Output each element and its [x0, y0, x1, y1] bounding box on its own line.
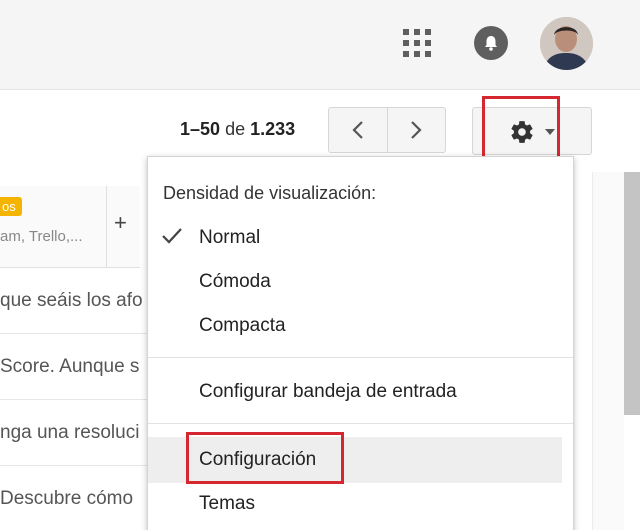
email-row[interactable]: Descubre cómo	[0, 466, 150, 530]
chevron-left-icon	[352, 121, 363, 139]
email-snippet: Score. Aunque s	[0, 356, 140, 377]
next-page-button[interactable]	[388, 108, 446, 152]
user-avatar[interactable]	[540, 17, 593, 70]
configure-inbox-label: Configurar bandeja de entrada	[199, 381, 457, 402]
email-row[interactable]: que seáis los afo	[0, 268, 150, 334]
add-tab-button[interactable]: +	[114, 210, 127, 236]
tab-subtitle: am, Trello,...	[0, 228, 83, 245]
highlight-box-configuracion	[186, 432, 344, 484]
themes-label: Temas	[199, 493, 255, 514]
email-row[interactable]: Score. Aunque s	[0, 334, 150, 400]
menu-divider	[148, 423, 573, 424]
prev-page-button[interactable]	[329, 108, 388, 152]
page-count: 1–50 de 1.233	[180, 119, 295, 140]
apps-grid-icon[interactable]	[403, 29, 431, 57]
side-panel-strip	[592, 172, 624, 530]
density-heading: Densidad de visualización:	[163, 183, 377, 203]
page-total: 1.233	[250, 119, 296, 139]
tab-divider	[106, 186, 107, 268]
page-of: de	[225, 119, 246, 139]
menu-divider	[148, 357, 573, 358]
density-option-compacta[interactable]: Compacta	[148, 305, 573, 345]
bell-icon[interactable]	[474, 26, 508, 60]
density-option-label: Compacta	[199, 315, 286, 336]
email-row[interactable]: nga una resoluci	[0, 400, 150, 466]
density-option-comoda[interactable]: Cómoda	[148, 261, 573, 301]
email-snippet: que seáis los afo	[0, 290, 143, 311]
email-snippet: nga una resoluci	[0, 422, 140, 443]
configure-inbox-item[interactable]: Configurar bandeja de entrada	[148, 371, 573, 411]
themes-item[interactable]: Temas	[148, 483, 573, 523]
page-range: 1–50	[180, 119, 221, 139]
scrollbar[interactable]	[624, 172, 640, 415]
pager	[328, 107, 446, 153]
chevron-right-icon	[411, 121, 422, 139]
density-option-label: Normal	[199, 227, 261, 248]
density-option-label: Cómoda	[199, 271, 271, 292]
tab-badge: os	[0, 197, 22, 216]
checkmark-icon	[162, 228, 182, 244]
top-bar	[0, 0, 640, 90]
email-snippet: Descubre cómo	[0, 488, 134, 509]
density-option-normal[interactable]: Normal	[148, 217, 573, 257]
